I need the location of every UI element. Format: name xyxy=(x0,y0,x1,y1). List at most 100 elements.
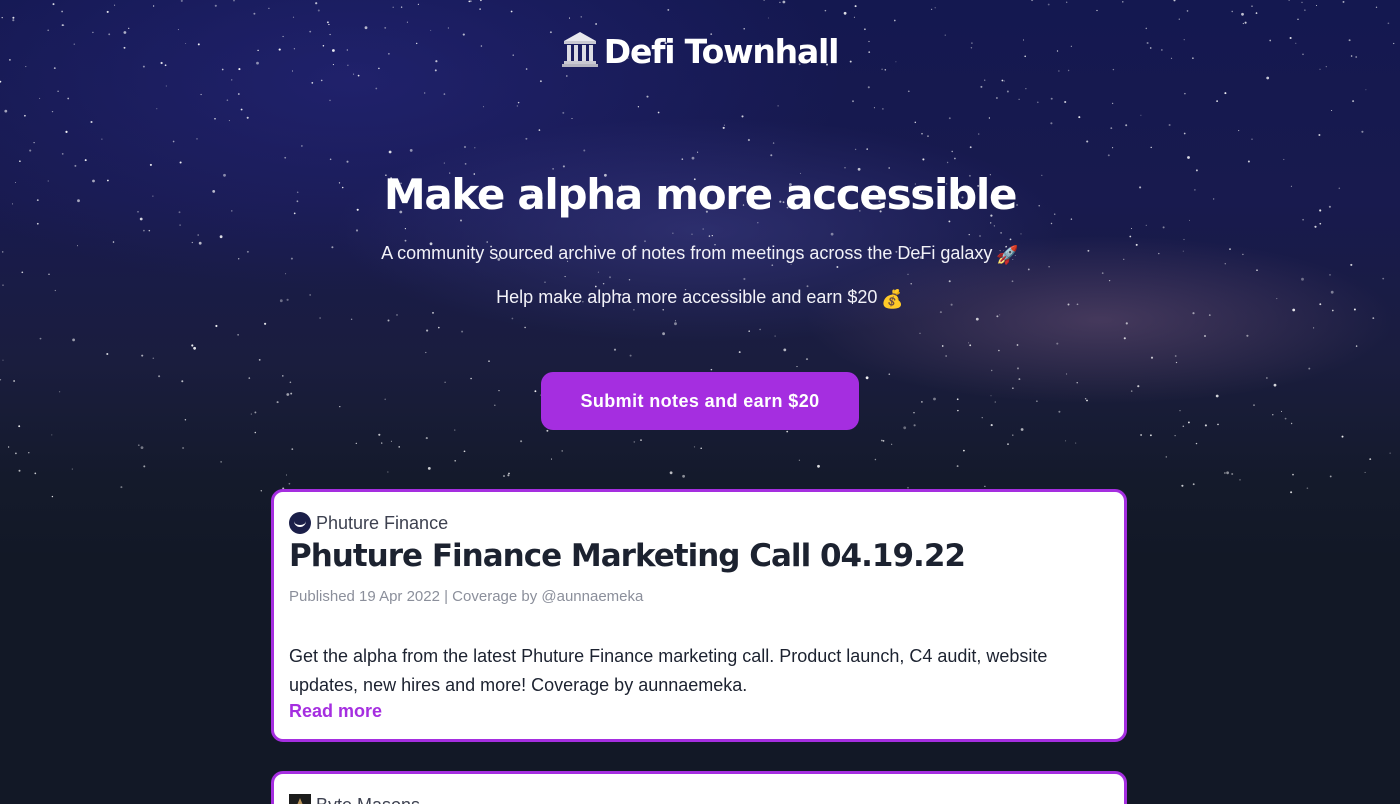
star xyxy=(286,393,290,396)
star xyxy=(988,117,991,119)
star xyxy=(284,156,287,159)
star xyxy=(1009,238,1012,241)
star xyxy=(254,411,257,414)
read-more-link[interactable]: Read more xyxy=(289,701,382,722)
star xyxy=(874,458,877,461)
star xyxy=(1066,373,1068,375)
star xyxy=(941,345,944,347)
star xyxy=(417,3,420,6)
star xyxy=(311,82,314,84)
star xyxy=(21,271,24,274)
star xyxy=(388,150,392,154)
star xyxy=(1050,222,1053,225)
star xyxy=(290,392,293,395)
star xyxy=(1174,434,1176,437)
star xyxy=(1006,90,1009,93)
star xyxy=(772,142,775,144)
star xyxy=(951,150,953,153)
star xyxy=(61,10,63,13)
star xyxy=(319,317,321,319)
star xyxy=(741,115,744,118)
star xyxy=(106,10,109,13)
star xyxy=(1174,355,1177,357)
star xyxy=(480,0,482,2)
post-org[interactable]: Phuture Finance xyxy=(289,512,448,534)
star xyxy=(1179,410,1181,412)
star xyxy=(1290,491,1293,494)
star xyxy=(1018,378,1021,381)
submit-notes-button[interactable]: Submit notes and earn $20 xyxy=(541,372,859,430)
star xyxy=(34,472,37,475)
star xyxy=(980,85,983,88)
star xyxy=(1255,12,1258,14)
star xyxy=(561,450,563,452)
star xyxy=(990,222,992,224)
star xyxy=(282,375,284,377)
star xyxy=(508,472,510,475)
hero-earn-text: Help make alpha more accessible and earn… xyxy=(0,287,1400,310)
star xyxy=(674,322,677,326)
star xyxy=(1273,383,1277,387)
star xyxy=(672,232,674,234)
post-card[interactable]: Phuture Finance Phuture Finance Marketin… xyxy=(271,489,1127,742)
star xyxy=(907,273,909,275)
star xyxy=(770,154,773,157)
post-card[interactable]: Byte Masons xyxy=(271,771,1127,804)
star xyxy=(390,440,392,442)
star xyxy=(1111,102,1114,105)
star xyxy=(994,401,997,403)
star xyxy=(454,459,457,462)
star xyxy=(339,405,341,408)
star xyxy=(1025,88,1027,90)
star xyxy=(674,320,677,322)
star xyxy=(510,10,513,13)
star xyxy=(427,467,431,470)
star xyxy=(494,404,496,407)
star xyxy=(854,148,857,151)
star xyxy=(346,160,349,163)
star xyxy=(180,0,183,2)
star xyxy=(893,19,896,22)
star xyxy=(237,334,239,336)
star xyxy=(580,16,582,18)
brand-logo[interactable]: Defi Townhall xyxy=(0,30,1400,71)
star xyxy=(231,79,233,81)
star xyxy=(1256,269,1258,271)
star xyxy=(1331,109,1333,112)
star xyxy=(568,17,571,19)
star xyxy=(18,469,21,472)
star xyxy=(682,474,685,478)
star xyxy=(738,351,741,354)
star xyxy=(1020,428,1024,431)
star xyxy=(1186,10,1189,12)
star xyxy=(152,5,155,7)
star xyxy=(1192,483,1195,486)
star xyxy=(1389,452,1391,454)
star xyxy=(460,219,462,222)
star xyxy=(1251,138,1253,140)
post-org[interactable]: Byte Masons xyxy=(289,794,420,804)
star xyxy=(919,332,921,334)
star xyxy=(817,464,820,468)
star xyxy=(288,482,291,485)
star xyxy=(1372,317,1375,320)
star xyxy=(779,1,781,4)
star xyxy=(378,433,381,436)
star xyxy=(854,5,857,8)
star xyxy=(1204,424,1207,427)
star xyxy=(1187,421,1190,424)
star xyxy=(880,439,883,442)
star xyxy=(1283,158,1285,161)
star xyxy=(1182,425,1185,428)
post-title[interactable]: Phuture Finance Marketing Call 04.19.22 xyxy=(289,538,966,574)
star xyxy=(1162,226,1165,229)
star xyxy=(409,149,413,152)
star xyxy=(285,273,287,275)
star xyxy=(957,409,959,412)
star xyxy=(1224,92,1227,95)
star xyxy=(191,344,194,347)
star xyxy=(12,19,15,22)
star xyxy=(215,324,218,328)
star xyxy=(888,373,891,376)
star xyxy=(1226,471,1229,475)
